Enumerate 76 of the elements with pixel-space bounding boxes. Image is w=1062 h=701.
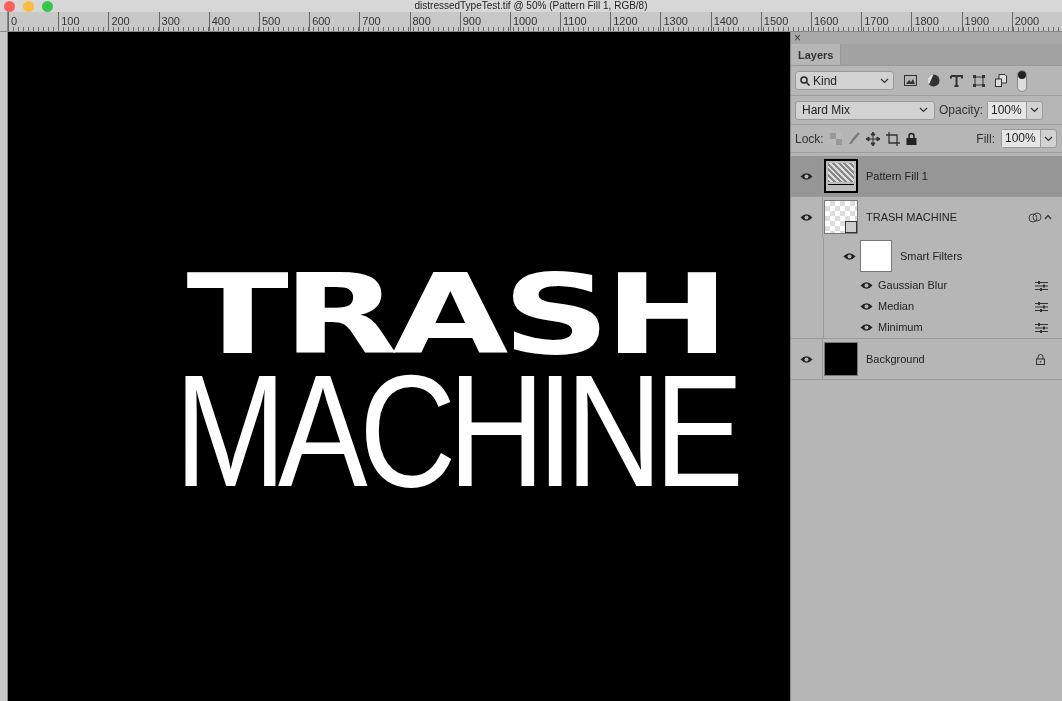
opacity-field[interactable]: 100% [987, 100, 1043, 120]
blend-mode-dropdown[interactable]: Hard Mix [795, 100, 935, 120]
ruler-label: 1900 [961, 12, 1012, 31]
filter-dropdown[interactable]: Kind [795, 71, 894, 90]
background-thumbnail [824, 342, 858, 376]
layer-name: Pattern Fill 1 [866, 168, 929, 184]
lock-label: Lock: [795, 130, 824, 148]
sliders-icon[interactable] [1035, 322, 1048, 333]
ruler-label: 1800 [911, 12, 962, 31]
document-icon[interactable] [995, 74, 1007, 87]
ruler-label: 200 [108, 12, 159, 31]
caret-icon [1044, 135, 1053, 142]
layer-row[interactable]: Pattern Fill 1 [791, 156, 1062, 196]
layer-name: Smart Filters [900, 248, 963, 264]
ruler-label: 800 [409, 12, 460, 31]
window-title: distressedTypeTest.tif @ 50% (Pattern Fill 1, RGB/8) [414, 0, 648, 12]
ruler-label: 1500 [760, 12, 811, 31]
ruler-label: 600 [309, 12, 360, 31]
pattern-thumbnail [824, 159, 858, 193]
ruler-label: 1600 [811, 12, 862, 31]
layer-name: Background [866, 351, 926, 367]
eye-icon[interactable] [843, 251, 856, 261]
eye-icon[interactable] [860, 323, 873, 332]
caret-icon [1030, 107, 1039, 113]
ruler-label: 500 [258, 12, 310, 31]
ruler-label: 1300 [660, 12, 711, 31]
smart-filters-row[interactable]: Smart Filters [792, 237, 1062, 275]
close-icon[interactable]: × [794, 32, 801, 44]
checker-lock-icon[interactable] [829, 132, 842, 145]
ruler-label: 2000 [1011, 12, 1062, 31]
sliders-icon[interactable] [1035, 280, 1048, 291]
layer-row[interactable]: TRASH MACHINE [791, 197, 1062, 237]
layer-name: TRASH MACHINE [866, 209, 959, 225]
ruler-label: 1700 [861, 12, 912, 31]
crop-icon[interactable] [885, 131, 900, 146]
panel-tab[interactable]: Layers [791, 44, 842, 65]
fill-label: Fill: [976, 130, 995, 148]
fill-field[interactable]: 100% [1001, 129, 1057, 148]
eye-icon[interactable] [860, 302, 873, 311]
eye-icon[interactable] [860, 281, 873, 290]
caret-icon [919, 107, 928, 113]
linked-circles-icon [1028, 211, 1042, 223]
eye-icon[interactable] [800, 171, 813, 181]
sliders-icon[interactable] [1035, 301, 1048, 312]
checkerboard-thumbnail [824, 200, 858, 234]
eye-icon[interactable] [800, 212, 813, 222]
filter-mask-thumbnail [860, 240, 892, 272]
ruler-label: 0 [8, 12, 59, 31]
ruler-label: 1200 [610, 12, 661, 31]
ruler-label: 1400 [710, 12, 761, 31]
filter-row[interactable]: Minimum [792, 317, 1062, 338]
half-circle-icon[interactable] [927, 74, 940, 87]
filter-row[interactable]: Gaussian Blur [792, 275, 1062, 296]
transform-icon[interactable] [973, 74, 985, 87]
ruler-label: 100 [58, 12, 109, 31]
ruler-label: 900 [459, 12, 510, 31]
toggle-icon[interactable] [1017, 69, 1027, 92]
collapse-caret-icon[interactable] [1044, 214, 1052, 220]
filter-name: Median [878, 299, 916, 315]
caret-icon [880, 77, 889, 84]
type-icon[interactable] [950, 74, 963, 87]
ruler-label: 1100 [560, 12, 611, 31]
move-icon[interactable] [865, 131, 880, 146]
opacity-label: Opacity: [939, 102, 983, 119]
ruler-label: 700 [359, 12, 410, 31]
filter-name: Gaussian Blur [878, 278, 949, 294]
filter-name: Minimum [878, 320, 924, 336]
ruler-label: 300 [158, 12, 209, 31]
image-icon[interactable] [904, 75, 917, 86]
ruler-label: 400 [208, 12, 259, 31]
ruler-label: 1000 [509, 12, 561, 31]
lock-icon[interactable] [905, 132, 917, 145]
filter-row[interactable]: Median [792, 296, 1062, 317]
search-icon [800, 75, 810, 86]
layer-row[interactable]: Background [791, 339, 1062, 379]
eye-icon[interactable] [800, 354, 813, 364]
